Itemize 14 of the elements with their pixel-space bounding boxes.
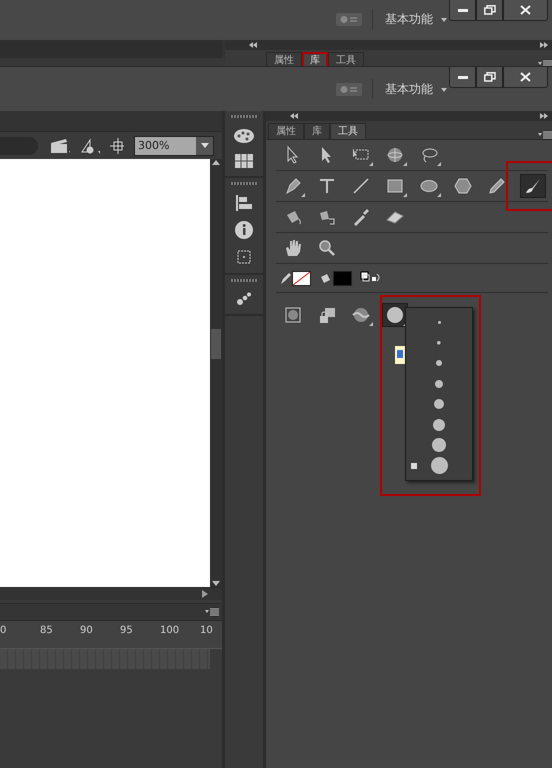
panel-tab[interactable]: 工具 [328, 52, 364, 66]
workspace-switcher[interactable]: 基本功能 [383, 9, 449, 30]
frame-number: 95 [120, 625, 134, 636]
frame-number: 0 [0, 625, 8, 636]
panel-tab[interactable]: 工具 [330, 123, 366, 139]
panel-tab[interactable]: 属性 [266, 52, 302, 66]
panel-tab[interactable]: 库 [302, 52, 328, 66]
panel-tab[interactable]: 库 [304, 123, 330, 139]
frame-number: 100 [160, 625, 180, 636]
panel-tab[interactable]: 属性 [268, 123, 304, 139]
frame-number: 85 [40, 625, 54, 636]
workspace-switcher[interactable]: 基本功能 [383, 79, 449, 100]
frame-number: 10 [200, 625, 214, 636]
frame-number: 90 [80, 625, 94, 636]
